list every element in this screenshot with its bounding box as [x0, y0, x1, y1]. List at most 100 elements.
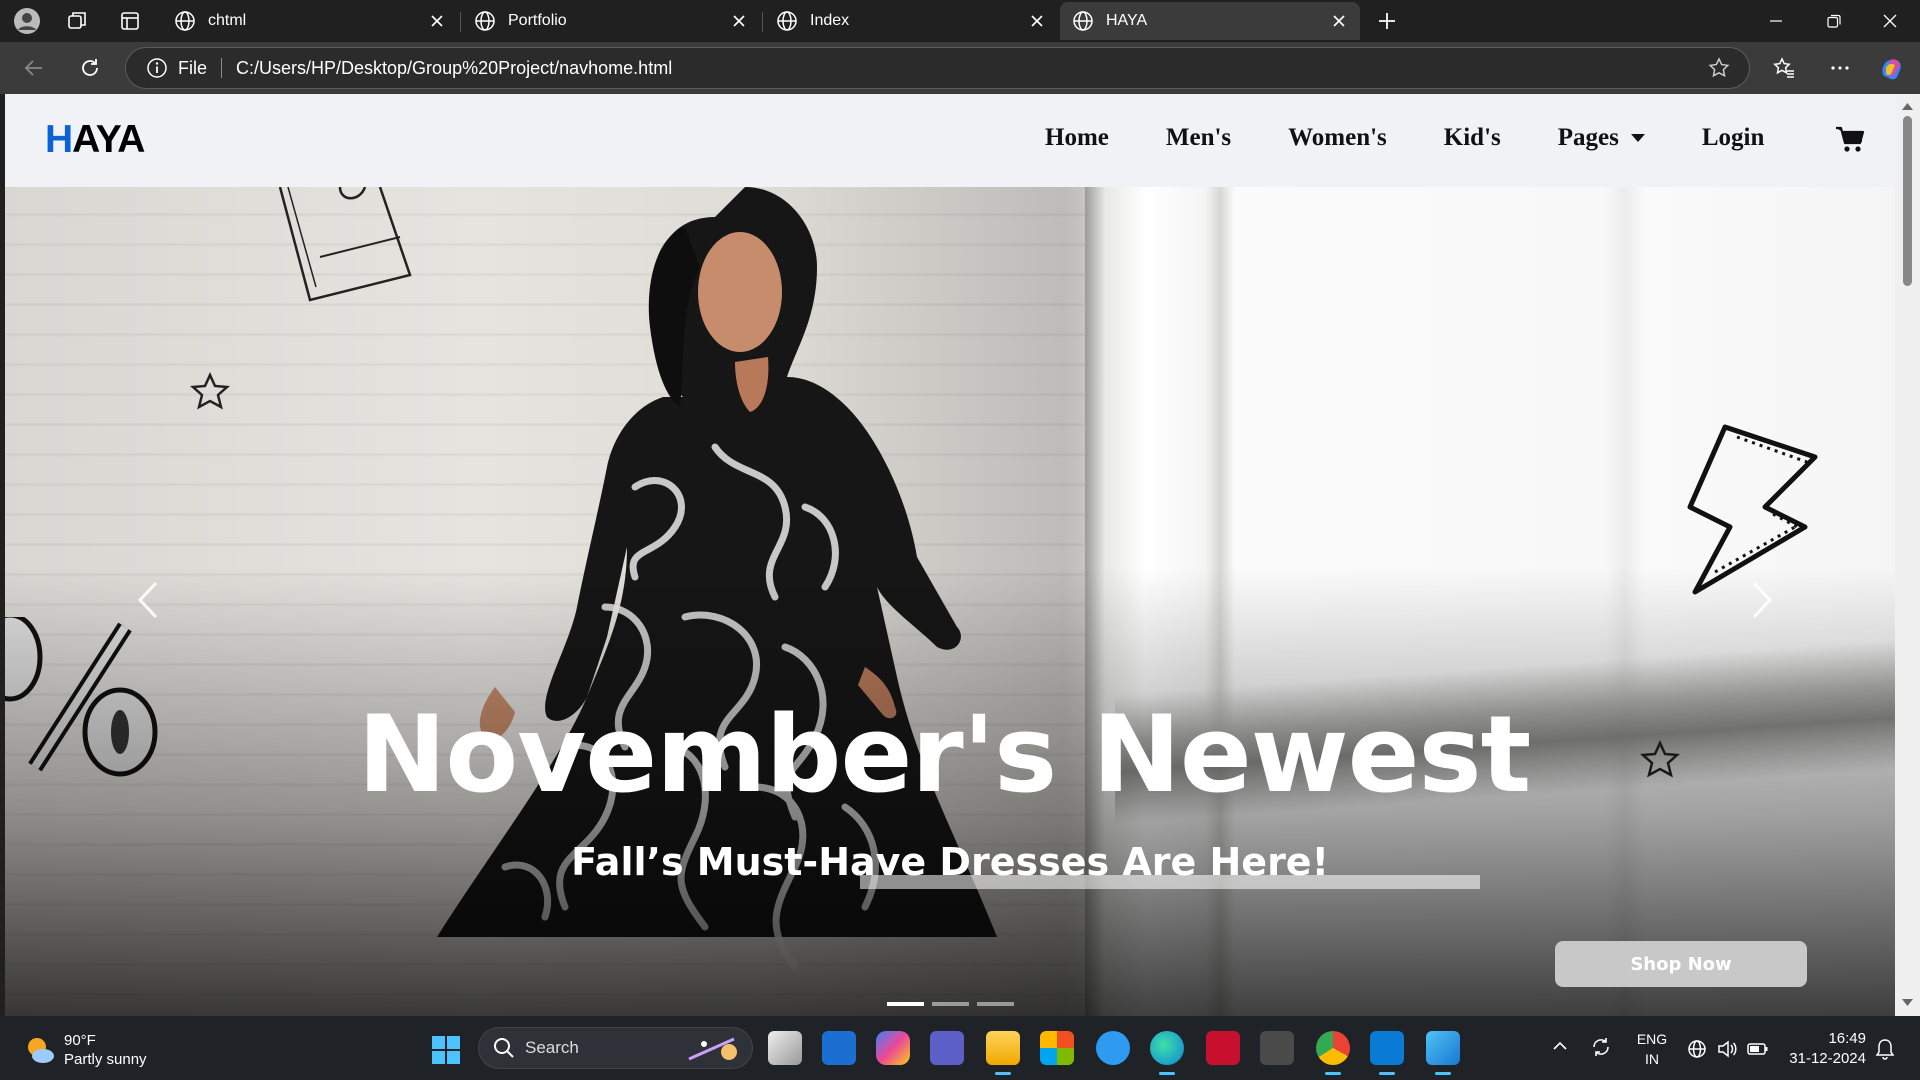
weather-temp: 90°F [64, 1032, 96, 1049]
volume-icon[interactable] [1716, 1038, 1738, 1060]
system-clock[interactable]: 16:49 31-12-2024 [1786, 1029, 1866, 1069]
star-doodle [190, 372, 230, 410]
carousel-indicator[interactable] [977, 1002, 1014, 1006]
nav-pages-dropdown[interactable]: Pages [1558, 124, 1645, 152]
nav-womens[interactable]: Women's [1288, 124, 1387, 152]
store-icon[interactable] [1040, 1031, 1074, 1065]
copilot-app-icon[interactable] [876, 1031, 910, 1065]
tab-portfolio[interactable]: Portfolio [462, 2, 760, 40]
windows-taskbar: 90°F Partly sunny Search ENG IN 16:49 31… [0, 1016, 1920, 1080]
minimize-icon[interactable] [1748, 0, 1804, 42]
refresh-icon[interactable] [74, 52, 106, 84]
carousel-prev-icon[interactable] [130, 575, 170, 625]
copilot-icon[interactable] [1876, 52, 1908, 84]
profile-icon[interactable] [12, 6, 42, 36]
edge-icon[interactable] [1150, 1031, 1184, 1075]
chrome-icon[interactable] [1316, 1031, 1350, 1075]
nav-login[interactable]: Login [1702, 124, 1765, 152]
teams-icon[interactable] [930, 1031, 964, 1065]
address-bar[interactable]: File C:/Users/HP/Desktop/Group%20Project… [125, 47, 1750, 89]
favorites-icon[interactable] [1768, 52, 1800, 84]
logo-text: AYA [72, 118, 145, 161]
globe-icon [777, 11, 797, 31]
file-explorer-icon[interactable] [986, 1031, 1020, 1075]
battery-icon[interactable] [1746, 1038, 1770, 1060]
hero-subtitle: Fall’s Must-Have Dresses Are Here! [571, 840, 1329, 884]
photos-icon[interactable] [1426, 1031, 1460, 1075]
shop-now-button[interactable]: Shop Now [1555, 941, 1807, 987]
region-code: IN [1645, 1051, 1659, 1067]
restore-icon[interactable] [1806, 0, 1862, 42]
site-info-icon[interactable] [146, 57, 168, 79]
tab-haya[interactable]: HAYA [1060, 2, 1360, 40]
close-window-icon[interactable] [1862, 0, 1918, 42]
browser-tab-strip: chtml Portfolio Index HAYA [0, 0, 1920, 42]
tab-title: Portfolio [508, 12, 567, 29]
main-menu: Home Men's Women's Kid's Pages Login [1045, 124, 1764, 152]
browser-toolbar: File C:/Users/HP/Desktop/Group%20Project… [0, 42, 1920, 94]
carousel-next-icon[interactable] [1740, 575, 1780, 625]
scrollbar-thumb[interactable] [1903, 116, 1912, 286]
close-tab-icon[interactable] [730, 12, 748, 30]
search-label: Search [525, 1038, 579, 1057]
chevron-up-icon[interactable] [1552, 1038, 1568, 1054]
search-highlight-icon [688, 1037, 737, 1061]
tab-index[interactable]: Index [764, 2, 1058, 40]
globe-icon [475, 11, 495, 31]
page-viewport: HAYA Home Men's Women's Kid's Pages Logi… [5, 94, 1895, 1016]
nav-kids[interactable]: Kid's [1444, 124, 1501, 152]
nav-home[interactable]: Home [1045, 124, 1109, 152]
tab-actions-icon[interactable] [115, 6, 145, 36]
favorite-star-icon[interactable] [1707, 56, 1731, 80]
site-logo[interactable]: HAYA [45, 118, 145, 162]
help-icon[interactable] [1096, 1031, 1130, 1065]
close-tab-icon[interactable] [1028, 12, 1046, 30]
scroll-up-icon[interactable] [1901, 100, 1914, 113]
cart-icon[interactable] [1835, 126, 1865, 154]
notification-bell-icon[interactable] [1875, 1038, 1895, 1060]
task-view-icon[interactable] [768, 1031, 802, 1065]
hp-app-icon[interactable] [822, 1031, 856, 1065]
scheme-label: File [178, 57, 208, 78]
tab-title: HAYA [1106, 12, 1148, 29]
mcafee-icon[interactable] [1206, 1031, 1240, 1065]
new-tab-icon[interactable] [1372, 6, 1402, 36]
globe-icon [1073, 11, 1093, 31]
search-icon [494, 1038, 514, 1058]
carousel-indicators [887, 1002, 1014, 1006]
scroll-down-icon[interactable] [1901, 996, 1914, 1009]
clock-date: 31-12-2024 [1789, 1050, 1866, 1067]
globe-icon [175, 11, 195, 31]
close-tab-icon[interactable] [1330, 12, 1348, 30]
url-text[interactable]: C:/Users/HP/Desktop/Group%20Project/navh… [236, 58, 1707, 79]
hero-title: November's Newest [357, 693, 1532, 816]
partly-sunny-icon [28, 1038, 54, 1063]
more-menu-icon[interactable] [1824, 52, 1856, 84]
back-icon[interactable] [18, 52, 50, 84]
tab-title: Index [810, 12, 850, 29]
sublime-text-icon[interactable] [1260, 1031, 1294, 1065]
hero-carousel: November's Newest Fall’s Must-Have Dress… [5, 187, 1895, 1016]
address-divider [221, 58, 223, 78]
shopping-bag-doodle [278, 187, 412, 302]
nav-mens[interactable]: Men's [1166, 124, 1231, 152]
tab-title: chtml [208, 12, 247, 29]
windows-start-icon[interactable] [430, 1034, 462, 1066]
weather-widget[interactable]: 90°F Partly sunny [24, 1031, 147, 1069]
page-scrollbar[interactable] [1895, 94, 1920, 1016]
hero-headline-wrap: November's Newest [5, 702, 1895, 808]
taskbar-search[interactable]: Search [478, 1027, 753, 1069]
sync-icon[interactable] [1590, 1036, 1612, 1058]
workspaces-icon[interactable] [62, 6, 92, 36]
close-tab-icon[interactable] [428, 12, 446, 30]
logo-letter: H [45, 118, 73, 161]
carousel-indicator[interactable] [887, 1002, 924, 1006]
tab-separator [762, 12, 763, 32]
tab-chtml[interactable]: chtml [162, 2, 458, 40]
carousel-indicator[interactable] [932, 1002, 969, 1006]
vscode-icon[interactable] [1370, 1031, 1404, 1075]
nav-pages-label: Pages [1557, 124, 1619, 151]
language-indicator[interactable]: ENG IN [1632, 1029, 1672, 1069]
site-navbar: HAYA Home Men's Women's Kid's Pages Logi… [5, 94, 1895, 187]
network-icon[interactable] [1686, 1038, 1708, 1060]
